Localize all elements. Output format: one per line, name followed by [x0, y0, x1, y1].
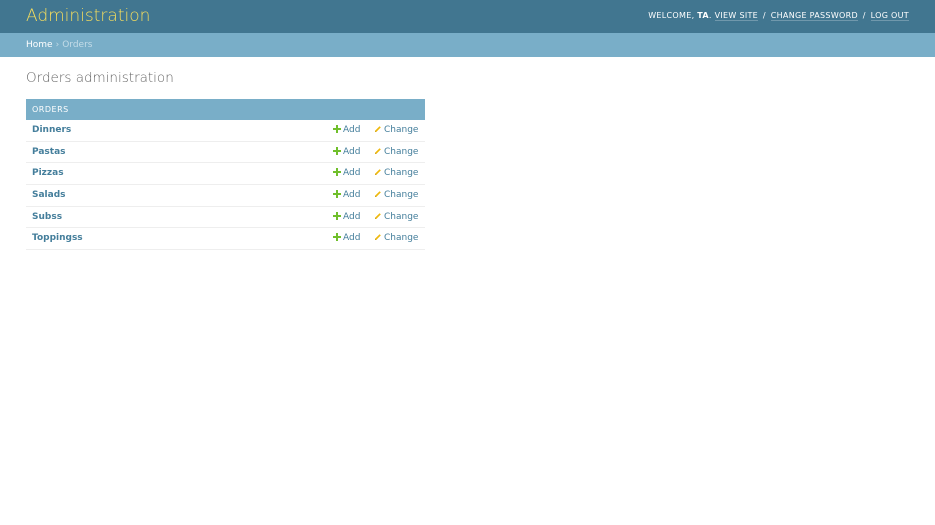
username-suffix: . [708, 11, 712, 20]
username: TA [697, 11, 709, 20]
add-label: Add [343, 168, 361, 179]
model-row-dinners: Dinners Add Change [26, 120, 425, 142]
log-out-link[interactable]: LOG OUT [870, 11, 909, 21]
header-bar: Administration WELCOME, TA. VIEW SITE / … [0, 0, 935, 33]
add-label: Add [343, 211, 361, 222]
orders-module: ORDERS Dinners Add Change Pastas Add Cha… [26, 99, 425, 251]
user-tools-separator: / [762, 11, 766, 20]
add-dinners-link[interactable]: Add [333, 125, 360, 136]
view-site-link[interactable]: VIEW SITE [714, 11, 759, 21]
add-label: Add [343, 233, 361, 244]
model-link-salads[interactable]: Salads [32, 190, 66, 201]
user-tools: WELCOME, TA. VIEW SITE / CHANGE PASSWORD… [648, 11, 909, 21]
model-link-subss[interactable]: Subss [32, 212, 62, 223]
model-link-dinners[interactable]: Dinners [32, 125, 71, 136]
add-salads-link[interactable]: Add [333, 190, 360, 201]
model-row-salads: Salads Add Change [26, 185, 425, 207]
change-pastas-link[interactable]: Change [374, 147, 418, 158]
change-salads-link[interactable]: Change [374, 190, 418, 201]
add-subss-link[interactable]: Add [333, 211, 361, 223]
model-list: Dinners Add Change Pastas Add Change Piz… [26, 120, 425, 251]
change-toppingss-link[interactable]: Change [374, 233, 418, 244]
breadcrumb-current: Orders [62, 40, 93, 50]
pencil-icon [375, 169, 381, 176]
change-dinners-link[interactable]: Change [374, 125, 418, 136]
plus-icon [333, 168, 341, 177]
pencil-icon [375, 147, 381, 154]
change-label: Change [384, 125, 419, 135]
model-row-pizzas: Pizzas Add Change [26, 163, 425, 186]
pencil-icon [375, 126, 381, 132]
model-link-toppingss[interactable]: Toppingss [32, 233, 83, 244]
pencil-icon [375, 212, 381, 219]
model-row-pastas: Pastas Add Change [26, 142, 425, 164]
breadcrumb: Home › Orders [0, 33, 935, 57]
add-label: Add [343, 190, 361, 201]
model-link-pastas[interactable]: Pastas [32, 147, 66, 158]
model-row-subss: Subss Add Change [26, 207, 425, 229]
plus-icon [333, 233, 341, 242]
change-label: Change [384, 146, 419, 157]
breadcrumb-separator: › [55, 40, 60, 50]
welcome-text: WELCOME, [648, 11, 695, 20]
change-password-link[interactable]: CHANGE PASSWORD [770, 11, 858, 21]
change-pizzas-link[interactable]: Change [374, 168, 418, 179]
pencil-icon [375, 191, 381, 198]
plus-icon [333, 146, 341, 155]
plus-icon [333, 190, 341, 199]
add-pastas-link[interactable]: Add [333, 146, 361, 158]
change-label: Change [384, 233, 419, 244]
change-label: Change [384, 190, 419, 201]
plus-icon [333, 211, 341, 220]
site-branding[interactable]: Administration [26, 6, 150, 26]
user-tools-separator: / [862, 11, 866, 20]
module-caption[interactable]: ORDERS [26, 99, 425, 120]
add-pizzas-link[interactable]: Add [333, 168, 360, 179]
model-link-pizzas[interactable]: Pizzas [32, 168, 64, 179]
pencil-icon [375, 234, 381, 241]
add-toppingss-link[interactable]: Add [333, 233, 360, 244]
model-row-toppingss: Toppingss Add Change [26, 228, 425, 251]
add-label: Add [343, 125, 361, 135]
change-label: Change [384, 211, 419, 222]
change-subss-link[interactable]: Change [374, 212, 418, 223]
plus-icon [333, 125, 341, 133]
breadcrumb-home-link[interactable]: Home [26, 40, 53, 50]
page-title: Orders administration [26, 70, 174, 86]
change-label: Change [384, 168, 419, 179]
add-label: Add [343, 146, 361, 157]
